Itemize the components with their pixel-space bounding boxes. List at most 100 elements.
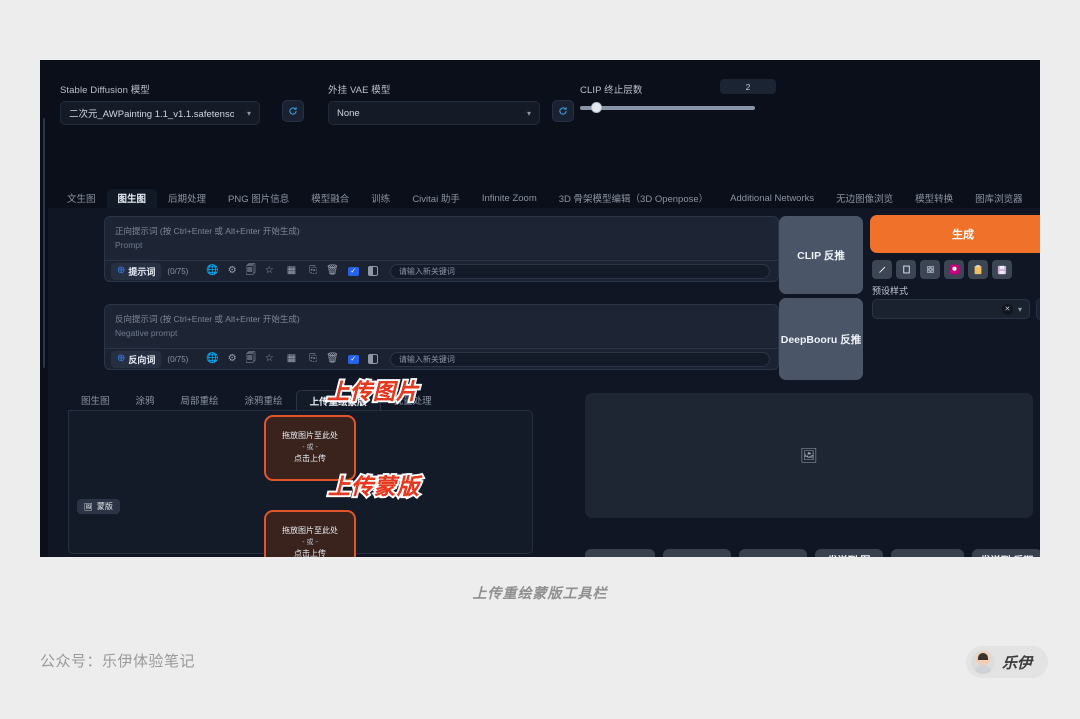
sd-model-value: 二次元_AWPainting 1.1_v1.1.safetensors [e7a…: [69, 109, 234, 120]
globe-icon[interactable]: 🌐: [206, 354, 218, 364]
prompt-icon-group: 🌐 ⚙ 🗐 ☆ ▦ ⎘ 🗑 ✓: [206, 266, 378, 276]
star-icon[interactable]: ☆: [265, 266, 274, 276]
brush-icon[interactable]: [872, 260, 892, 279]
send-to-extras-button[interactable]: 发送到 后期处理: [972, 549, 1040, 557]
sd-webui-window: Stable Diffusion 模型 二次元_AWPainting 1.1_v…: [40, 60, 1040, 557]
tab-img2img[interactable]: 图生图: [106, 189, 158, 209]
mask-drop-line3: 点击上传: [294, 549, 326, 557]
negative-prompt-textarea[interactable]: 反向提示词 (按 Ctrl+Enter 或 Alt+Enter 开始生成) Ne…: [104, 304, 779, 349]
tab-png-info[interactable]: PNG 图片信息: [217, 189, 300, 209]
clip-skip-slider-handle[interactable]: [591, 102, 602, 113]
tab-train[interactable]: 训练: [360, 189, 401, 209]
clip-interrogate-button[interactable]: CLIP 反推: [779, 216, 863, 294]
dice-icon[interactable]: [920, 260, 940, 279]
mask-drop-line2: - 或 -: [302, 538, 318, 546]
save-button[interactable]: 保存: [663, 549, 731, 557]
trash-icon[interactable]: 🗑: [326, 354, 339, 364]
generate-button[interactable]: 生成: [870, 215, 1040, 253]
square-icon[interactable]: [896, 260, 916, 279]
prompt-chip-label: 提示词: [128, 266, 156, 277]
chevron-down-icon: ▾: [526, 108, 531, 118]
gear-icon[interactable]: ⚙: [228, 266, 237, 276]
sd-model-field: Stable Diffusion 模型 二次元_AWPainting 1.1_v…: [60, 82, 260, 125]
tab-infinite-zoom[interactable]: Infinite Zoom: [471, 191, 548, 208]
vae-model-dropdown[interactable]: None ▾: [328, 101, 540, 125]
prompt-token-count: (0/75): [167, 266, 189, 276]
footer-account-text: 公众号：乐伊体验笔记: [40, 653, 196, 670]
new-keyword-input[interactable]: 请输入新关键词: [389, 263, 770, 279]
clear-x-icon[interactable]: ✕: [1001, 303, 1013, 315]
sd-model-dropdown[interactable]: 二次元_AWPainting 1.1_v1.1.safetensors [e7a…: [60, 101, 260, 125]
output-button-row: 保存 打包下载 发送到 图生图 发送到 重绘 发送到 后期处理: [585, 549, 1040, 557]
split-toggle-icon[interactable]: [367, 354, 378, 364]
tab-openpose-editor[interactable]: 3D 骨架模型编辑（3D Openpose）: [548, 189, 719, 209]
img2img-content: 正向提示词 (按 Ctrl+Enter 或 Alt+Enter 开始生成) Pr…: [48, 208, 1040, 557]
deepbooru-interrogate-button[interactable]: DeepBooru 反推: [779, 298, 863, 380]
figure-caption: 上传重绘蒙版工具栏: [472, 585, 608, 601]
model-row: Stable Diffusion 模型 二次元_AWPainting 1.1_v…: [60, 79, 1025, 130]
tab-model-converter[interactable]: 模型转换: [904, 189, 964, 209]
tab-infinite-image-browsing[interactable]: 无边图像浏览: [825, 189, 904, 209]
negative-prompt-placeholder-en: Negative prompt: [115, 328, 178, 338]
mask-chip[interactable]: 🖼 蒙版: [77, 499, 120, 514]
negative-prompt-toolbar: ⊕ 反向词 (0/75) 🌐 ⚙ 🗐 ☆ ▦ ⎘ 🗑 ✓ 请输入新关键词: [104, 349, 779, 370]
vae-model-field: 外挂 VAE 模型 None ▾: [328, 82, 540, 125]
send-to-img2img-button[interactable]: 发送到 图生图: [815, 549, 883, 557]
mask-drop-line1: 拖放图片至此处: [282, 526, 338, 536]
tab-image-browser[interactable]: 图库浏览器: [964, 189, 1034, 209]
copy-icon[interactable]: ⎘: [309, 354, 317, 364]
grid-icon[interactable]: ▦: [287, 354, 296, 364]
prompt-toolbar: ⊕ 提示词 (0/75) 🌐 ⚙ 🗐 ☆ ▦ ⎘ 🗑 ✓ 请输入新关键词: [104, 261, 779, 282]
negative-prompt-chip[interactable]: ⊕ 反向词: [111, 350, 162, 368]
checkbox-checked-icon[interactable]: ✓: [347, 354, 359, 364]
paste-icon[interactable]: 🗐: [246, 266, 256, 276]
mask-chip-label: 蒙版: [96, 502, 113, 511]
gear-icon[interactable]: ⚙: [228, 354, 237, 364]
copy-icon[interactable]: ⎘: [309, 266, 317, 276]
prompt-placeholder-en: Prompt: [115, 240, 143, 250]
footer-badge: 乐伊: [965, 646, 1048, 678]
trash-icon[interactable]: 🗑: [326, 266, 339, 276]
tab-txt2img[interactable]: 文生图: [56, 189, 107, 209]
clip-skip-value[interactable]: 2: [720, 79, 776, 94]
left-scrollbar[interactable]: [40, 60, 48, 557]
save-icon[interactable]: [992, 260, 1012, 279]
output-gallery[interactable]: 🖼: [585, 393, 1033, 518]
image-drop-line3: 点击上传: [294, 454, 326, 464]
tab-checkpoint-merger[interactable]: 模型融合: [300, 189, 360, 209]
clipboard-icon[interactable]: [968, 260, 988, 279]
generate-tool-icons: [872, 260, 1012, 279]
send-to-inpaint-button[interactable]: 发送到 重绘: [891, 549, 964, 557]
tab-civitai-helper[interactable]: Civitai 助手: [401, 189, 471, 209]
split-toggle-icon[interactable]: [367, 266, 378, 276]
mask-drop-zone[interactable]: 拖放图片至此处 - 或 - 点击上传: [264, 510, 356, 557]
sd-model-refresh-button[interactable]: [282, 100, 304, 122]
chevron-down-icon: ▾: [246, 108, 251, 118]
tab-extras[interactable]: 后期处理: [157, 189, 217, 209]
negative-prompt-token-count: (0/75): [167, 354, 189, 364]
vae-model-value: None: [337, 107, 360, 119]
styles-dropdown[interactable]: ✕ ▾: [872, 299, 1030, 319]
avatar-icon: [970, 650, 995, 674]
main-tab-bar: 文生图 图生图 后期处理 PNG 图片信息 模型融合 训练 Civitai 助手…: [56, 189, 1026, 209]
upload-mask-annotation-fill: 上传蒙版: [328, 474, 421, 499]
open-folder-button[interactable]: [585, 549, 655, 557]
prompt-chip[interactable]: ⊕ 提示词: [111, 262, 162, 280]
new-keyword-input[interactable]: 请输入新关键词: [389, 351, 770, 367]
prompt-textarea[interactable]: 正向提示词 (按 Ctrl+Enter 或 Alt+Enter 开始生成) Pr…: [104, 216, 779, 261]
styles-refresh-button[interactable]: [1036, 298, 1040, 320]
globe-icon[interactable]: 🌐: [206, 266, 218, 276]
magenta-circle-icon[interactable]: [944, 260, 964, 279]
paste-icon[interactable]: 🗐: [246, 354, 256, 364]
checkbox-checked-icon[interactable]: ✓: [347, 266, 359, 276]
image-drop-line2: - 或 -: [302, 443, 318, 451]
image-placeholder-icon: 🖼: [800, 447, 818, 463]
star-icon[interactable]: ☆: [265, 354, 274, 364]
tab-additional-networks[interactable]: Additional Networks: [719, 191, 825, 208]
zip-download-button[interactable]: 打包下载: [739, 549, 807, 557]
vae-model-refresh-button[interactable]: [552, 100, 574, 122]
download-circle-icon: ⊕: [117, 353, 126, 364]
image-drop-line1: 拖放图片至此处: [282, 431, 338, 441]
clip-skip-slider[interactable]: [580, 106, 755, 110]
grid-icon[interactable]: ▦: [287, 266, 296, 276]
